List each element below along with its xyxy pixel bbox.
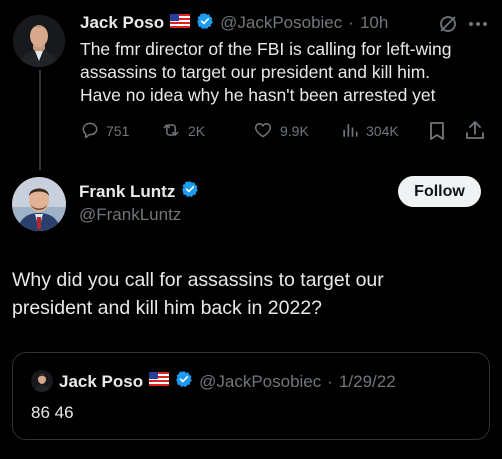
avatar-portrait-icon [12,177,66,231]
tweet-text-line: president and kill him back in 2022? [12,297,323,319]
quoted-tweet-header: Jack Poso @JackPosobiec · 1/29/22 [59,370,396,393]
tweet-text: Why did you call for assassins to target… [12,266,492,322]
avatar [31,370,53,392]
author-name[interactable]: Frank Luntz [79,182,175,202]
follow-button[interactable]: Follow [398,176,481,207]
author-handle[interactable]: @JackPosobiec [220,13,342,33]
quoted-tweet-text: 86 46 [31,403,74,422]
bookmark-icon[interactable] [427,120,447,142]
tweet-text-line: The fmr director of the FBI is calling f… [80,39,452,59]
separator-dot: · [327,371,333,391]
repost-button[interactable]: 2K [160,120,205,142]
avatar[interactable] [13,15,65,67]
repost-count: 2K [188,123,206,139]
avatar-portrait-icon [31,370,53,392]
views-button[interactable]: 304K [340,120,399,142]
separator-dot: · [348,13,354,32]
author-handle: @JackPosobiec [199,371,322,391]
like-count: 9.9K [280,123,309,139]
us-flag-icon [170,13,191,33]
main-tweet-header: Frank Luntz [79,180,199,203]
repost-icon [160,120,182,143]
tweet-text: The fmr director of the FBI is calling f… [80,38,495,107]
parent-tweet-header: Jack Poso @JackPosobiec · 10h [80,12,388,34]
reply-icon [80,120,100,143]
us-flag-icon [149,372,170,391]
share-icon[interactable] [464,119,486,141]
heart-icon [252,120,274,143]
views-count: 304K [366,123,399,139]
tweet-text-line: assassins to target our president and ki… [80,62,431,82]
grok-icon[interactable] [438,14,458,34]
verified-badge-icon [175,370,193,393]
reply-count: 751 [106,123,130,139]
author-handle[interactable]: @FrankLuntz [79,205,181,225]
more-icon[interactable] [466,14,490,34]
views-icon [340,120,360,143]
avatar[interactable] [12,177,66,231]
like-button[interactable]: 9.9K [252,120,309,142]
quoted-tweet-card[interactable]: Jack Poso @JackPosobiec · 1/29/22 86 46 [12,352,490,440]
verified-badge-icon [196,12,214,35]
reply-button[interactable]: 751 [80,120,129,142]
author-name[interactable]: Jack Poso [80,13,164,33]
author-name: Jack Poso [59,371,144,391]
thread-connector-line [39,70,41,170]
timestamp[interactable]: 10h [360,13,388,33]
timestamp: 1/29/22 [338,371,396,391]
avatar-portrait-icon [13,15,65,67]
tweet-text-line: Why did you call for assassins to target… [12,269,384,291]
tweet-text-line: Have no idea why he hasn't been arrested… [80,85,436,105]
verified-badge-icon [181,180,199,203]
